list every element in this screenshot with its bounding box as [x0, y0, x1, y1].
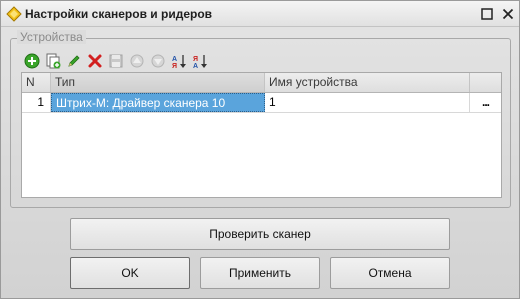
ok-button[interactable]: OK — [70, 257, 190, 289]
title-bar: Настройки сканеров и ридеров — [1, 1, 519, 27]
table-row[interactable]: 1 Штрих-М: Драйвер сканера 10 1 ... — [22, 93, 501, 113]
add-button[interactable] — [23, 52, 41, 70]
svg-text:Я: Я — [172, 63, 177, 69]
edit-button[interactable] — [65, 52, 83, 70]
move-up-button[interactable] — [128, 52, 146, 70]
table-header: N Тип Имя устройства — [22, 73, 501, 93]
sort-descending-icon: Я A — [193, 55, 207, 69]
column-header-device-name[interactable]: Имя устройства — [265, 73, 470, 92]
delete-icon — [88, 54, 102, 68]
toolbar: A Я Я A — [23, 52, 263, 72]
save-button[interactable] — [107, 52, 125, 70]
window-title: Настройки сканеров и ридеров — [25, 7, 213, 21]
close-icon — [502, 8, 514, 20]
copy-button[interactable] — [44, 52, 62, 70]
settings-ellipsis-button[interactable]: ... — [470, 93, 501, 112]
app-icon — [6, 6, 22, 22]
close-button[interactable] — [499, 5, 517, 23]
maximize-button[interactable] — [478, 5, 496, 23]
move-down-icon — [151, 54, 165, 68]
sort-ascending-icon: A Я — [172, 55, 186, 69]
edit-icon — [68, 55, 80, 67]
column-header-n[interactable]: N — [22, 73, 51, 92]
add-icon — [24, 53, 40, 69]
devices-table: N Тип Имя устройства 1 Штрих-М: Драйвер … — [21, 72, 502, 198]
type-cell[interactable]: Штрих-М: Драйвер сканера 10 — [51, 93, 265, 112]
devices-group-label: Устройства — [17, 30, 86, 44]
svg-text:A: A — [193, 63, 198, 69]
apply-button[interactable]: Применить — [200, 257, 320, 289]
sort-descending-button[interactable]: Я A — [191, 52, 209, 70]
svg-text:A: A — [172, 56, 177, 63]
copy-icon — [46, 53, 61, 69]
move-up-icon — [130, 54, 144, 68]
row-number-cell: 1 — [22, 93, 51, 112]
cancel-button[interactable]: Отмена — [330, 257, 450, 289]
settings-window: Настройки сканеров и ридеров Устройства — [0, 0, 520, 299]
column-header-type[interactable]: Тип — [51, 73, 265, 92]
check-scanner-button[interactable]: Проверить сканер — [70, 218, 450, 250]
sort-ascending-button[interactable]: A Я — [170, 52, 188, 70]
column-header-extra — [470, 73, 501, 92]
move-down-button[interactable] — [149, 52, 167, 70]
maximize-icon — [481, 8, 493, 20]
save-icon — [109, 54, 123, 68]
delete-button[interactable] — [86, 52, 104, 70]
svg-text:Я: Я — [193, 56, 198, 63]
device-name-cell[interactable]: 1 — [265, 93, 470, 112]
